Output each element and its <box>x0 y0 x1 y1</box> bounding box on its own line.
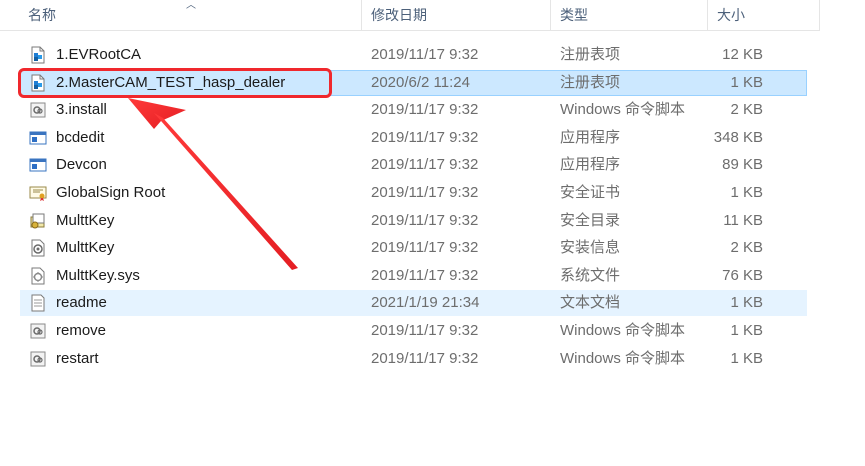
arrow-shaft <box>154 113 298 270</box>
annotation-arrow <box>128 98 298 270</box>
arrow-head <box>128 98 186 129</box>
